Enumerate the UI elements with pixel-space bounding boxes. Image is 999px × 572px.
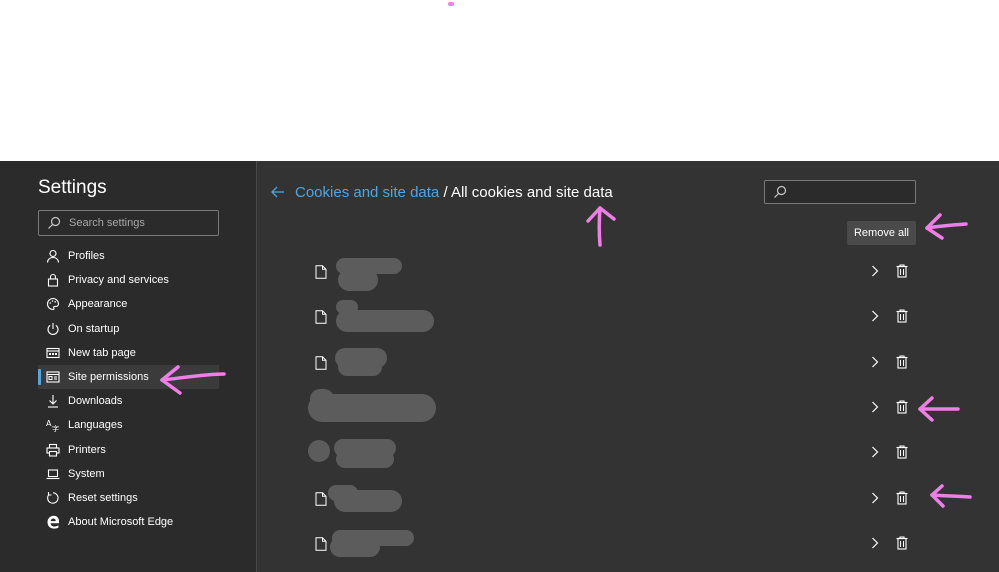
file-icon — [315, 537, 327, 551]
trash-icon[interactable] — [896, 309, 908, 323]
trash-icon[interactable] — [896, 445, 908, 459]
printer-icon — [46, 443, 60, 457]
site-search-input[interactable] — [793, 183, 911, 201]
chevron-right-icon[interactable] — [870, 265, 880, 277]
file-icon — [315, 355, 327, 370]
sidebar-item-label: System — [68, 467, 105, 480]
sidebar-item-label: Downloads — [68, 395, 123, 408]
list-item[interactable] — [258, 294, 999, 339]
list-item[interactable] — [258, 476, 999, 521]
languages-icon: A字 — [46, 418, 60, 432]
edge-logo-icon — [46, 515, 60, 529]
redacted-site-name — [330, 536, 380, 557]
remove-all-button[interactable]: Remove all — [847, 221, 916, 245]
annotation-dot — [448, 2, 454, 6]
sidebar-item-about-edge[interactable]: About Microsoft Edge — [38, 510, 219, 534]
sidebar-item-profiles[interactable]: Profiles — [38, 244, 219, 268]
sidebar-item-system[interactable]: System — [38, 462, 219, 486]
sidebar-item-label: Appearance — [68, 298, 128, 311]
list-item[interactable] — [258, 385, 999, 430]
sidebar-item-appearance[interactable]: Appearance — [38, 292, 219, 316]
person-icon — [46, 249, 60, 263]
redacted-site-name — [334, 489, 402, 512]
sidebar-item-privacy[interactable]: Privacy and services — [38, 268, 219, 292]
trash-icon[interactable] — [896, 355, 908, 369]
page-title: All cookies and site data — [450, 184, 613, 201]
search-icon — [774, 185, 787, 198]
list-item[interactable] — [258, 249, 999, 294]
file-icon — [315, 491, 327, 506]
sidebar-item-label: On startup — [68, 322, 120, 335]
chevron-right-icon[interactable] — [870, 492, 880, 504]
redacted-site-name — [336, 310, 434, 333]
redacted-site-name — [338, 357, 382, 376]
svg-text:字: 字 — [52, 424, 59, 432]
back-arrow-icon[interactable] — [270, 184, 286, 200]
settings-title: Settings — [38, 177, 107, 198]
power-icon — [46, 322, 60, 336]
sidebar-item-downloads[interactable]: Downloads — [38, 389, 219, 413]
list-item[interactable] — [258, 521, 999, 566]
trash-icon[interactable] — [896, 536, 908, 550]
site-permissions-icon — [46, 370, 60, 384]
new-tab-icon — [46, 346, 60, 360]
sidebar-item-new-tab-page[interactable]: New tab page — [38, 341, 219, 365]
file-icon — [315, 265, 327, 279]
sidebar-item-site-permissions[interactable]: Site permissions — [38, 364, 219, 390]
redacted-site-name — [336, 450, 394, 469]
chevron-right-icon[interactable] — [870, 537, 880, 549]
trash-icon[interactable] — [896, 490, 908, 505]
sidebar-item-reset-settings[interactable]: Reset settings — [38, 486, 219, 510]
sidebar-item-label: Profiles — [68, 250, 105, 263]
palette-icon — [46, 297, 60, 311]
sidebar-item-label: Languages — [68, 419, 123, 432]
file-icon — [315, 310, 327, 324]
settings-window: Settings Profiles Privacy and services — [0, 161, 999, 572]
main-content: Cookies and site data / All cookies and … — [258, 161, 999, 572]
sidebar-item-label: Site permissions — [68, 371, 149, 384]
breadcrumb: Cookies and site data / All cookies and … — [295, 184, 613, 201]
sidebar: Settings Profiles Privacy and services — [0, 161, 257, 572]
trash-icon[interactable] — [896, 264, 908, 278]
sidebar-nav: Profiles Privacy and services Appearance… — [38, 244, 219, 534]
sidebar-item-languages[interactable]: A字 Languages — [38, 413, 219, 437]
sidebar-item-label: Privacy and services — [68, 274, 169, 287]
breadcrumb-separator: / — [443, 184, 448, 201]
sidebar-item-label: Printers — [68, 443, 106, 456]
search-settings-input[interactable] — [69, 213, 214, 233]
list-item[interactable] — [258, 430, 999, 475]
chevron-right-icon[interactable] — [870, 401, 880, 413]
lock-icon — [46, 273, 60, 287]
breadcrumb-link-cookies[interactable]: Cookies and site data — [295, 184, 439, 201]
white-area — [0, 0, 999, 161]
chevron-right-icon[interactable] — [870, 310, 880, 322]
redacted-site-name — [308, 393, 436, 422]
redacted-site-name — [308, 440, 330, 463]
search-settings-box[interactable] — [38, 210, 219, 236]
sidebar-item-on-startup[interactable]: On startup — [38, 317, 219, 341]
download-icon — [46, 394, 60, 408]
site-search-box[interactable] — [764, 180, 916, 204]
search-icon — [48, 216, 61, 229]
trash-icon[interactable] — [896, 400, 908, 414]
sidebar-item-label: About Microsoft Edge — [68, 516, 174, 529]
chevron-right-icon[interactable] — [870, 356, 880, 368]
sidebar-item-printers[interactable]: Printers — [38, 438, 219, 462]
redacted-site-name — [338, 269, 378, 291]
list-item[interactable] — [258, 340, 999, 385]
laptop-icon — [46, 467, 60, 481]
chevron-right-icon[interactable] — [870, 446, 880, 458]
sidebar-item-label: New tab page — [68, 346, 136, 359]
sidebar-item-label: Reset settings — [68, 491, 138, 504]
reset-icon — [46, 491, 60, 505]
